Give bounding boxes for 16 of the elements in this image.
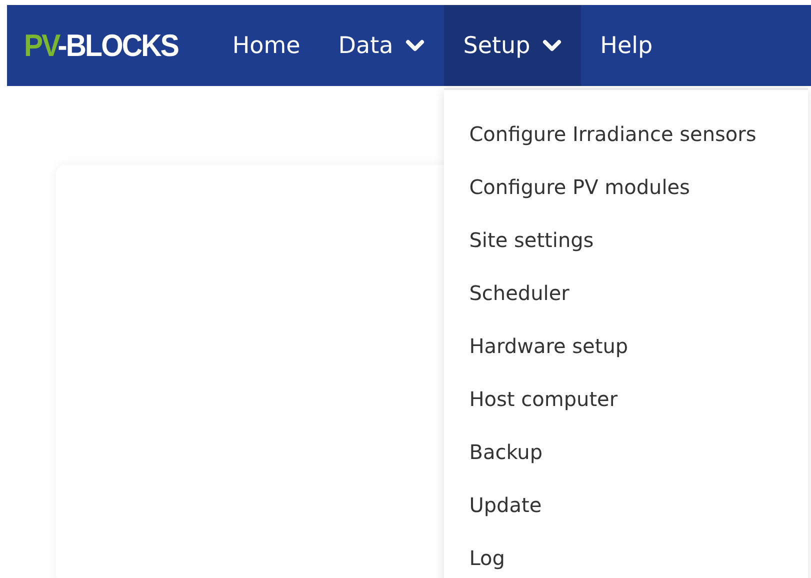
menu-item[interactable]: Update [469, 479, 542, 532]
menu-item[interactable]: Backup [469, 426, 543, 479]
menu-item[interactable]: Scheduler [469, 267, 570, 320]
menu-item[interactable]: Site settings [469, 214, 594, 267]
chevron-down-icon [542, 38, 562, 52]
menu-item[interactable]: Hardware setup [469, 320, 628, 373]
logo[interactable]: PV-BLOCKS [24, 28, 178, 64]
menu-item[interactable]: Configure PV modules [469, 161, 690, 214]
nav-item[interactable]: Setup [444, 5, 582, 86]
menu-item[interactable]: Host computer [469, 373, 618, 426]
chevron-down-icon [405, 38, 426, 52]
menu-item[interactable]: Configure Irradiance sensors [469, 108, 756, 161]
menu-item[interactable]: Log [469, 532, 505, 578]
nav-item[interactable]: Help [581, 5, 672, 86]
nav-item[interactable]: Data [319, 5, 444, 86]
nav-item[interactable]: Home [213, 5, 320, 86]
